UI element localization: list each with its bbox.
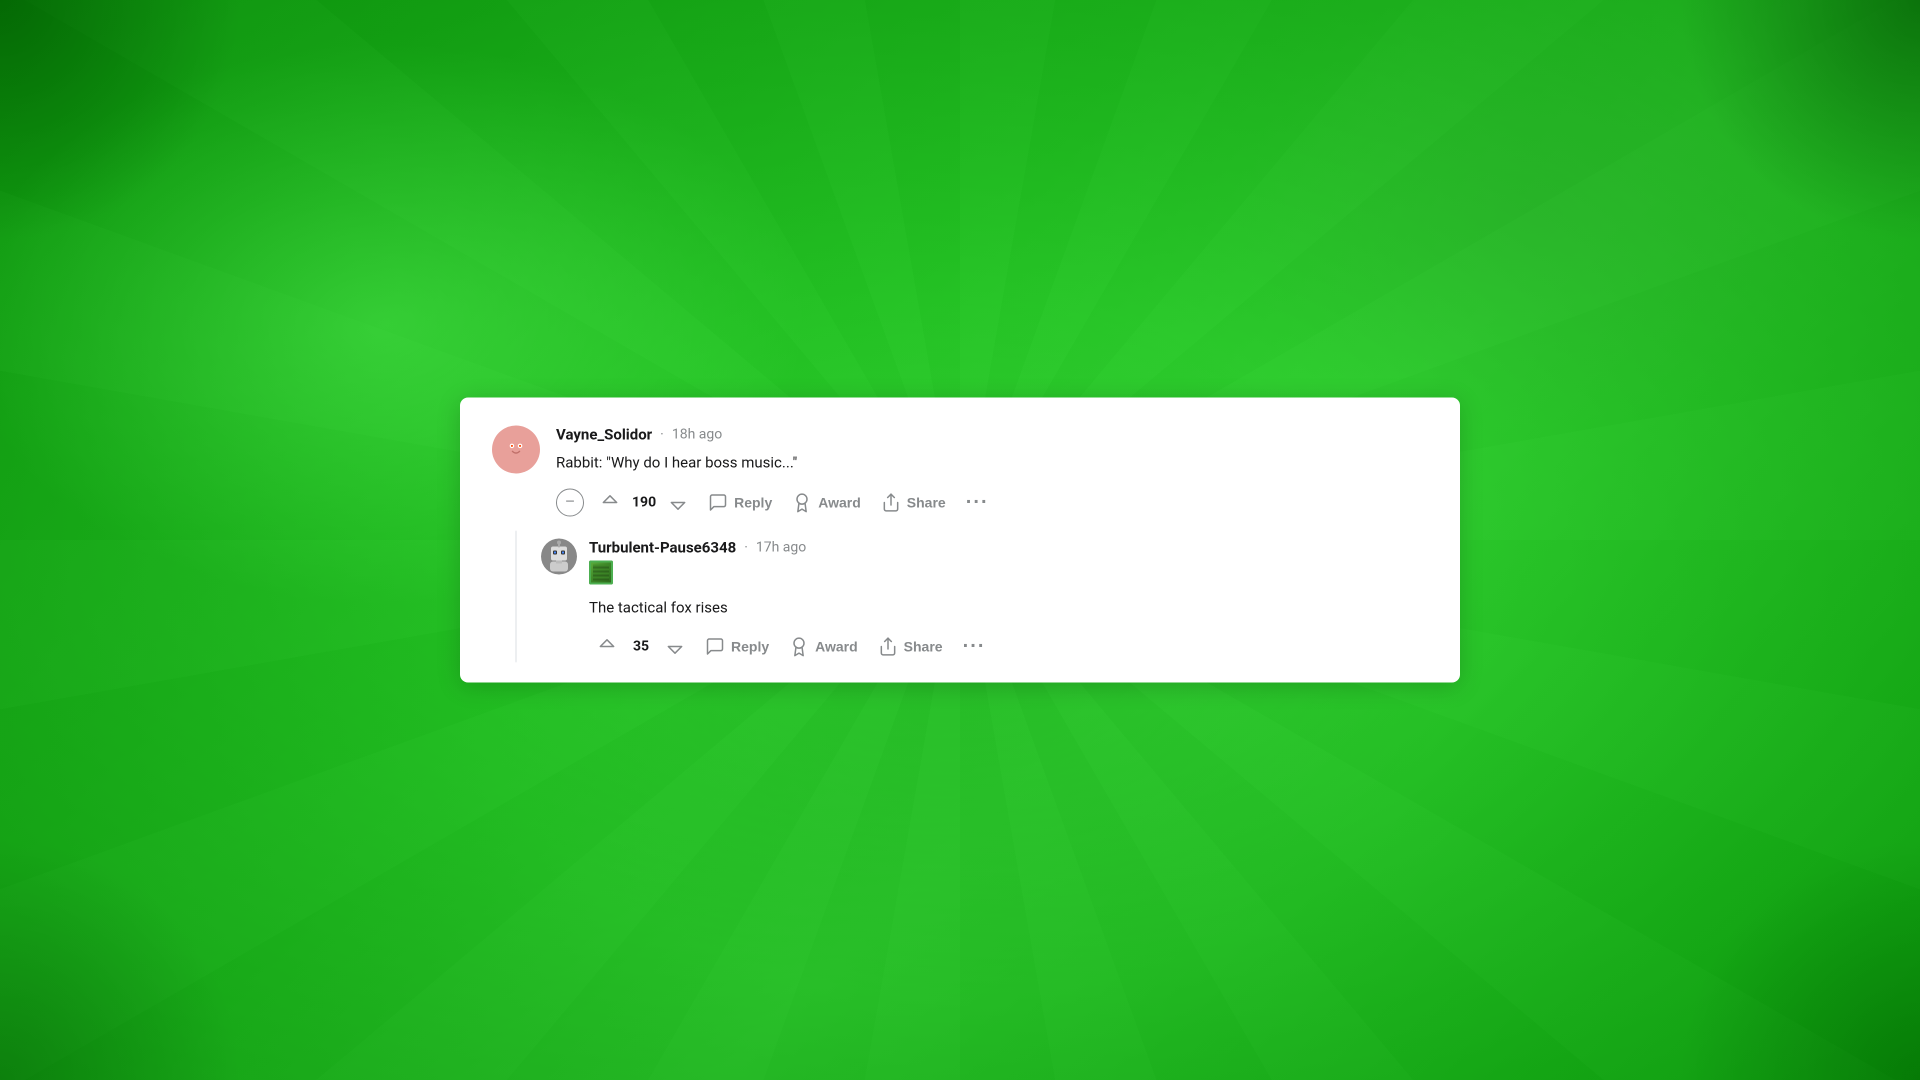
award-icon (792, 492, 812, 512)
reply-icon (708, 492, 728, 512)
reply-award-button[interactable]: Award (781, 631, 866, 663)
avatar-image (498, 432, 534, 468)
award-button[interactable]: Award (784, 486, 869, 518)
more-options-button[interactable]: ··· (958, 486, 997, 518)
comment-card: Vayne_Solidor · 18h ago Rabbit: "Why do … (460, 398, 1460, 683)
downvote-button[interactable] (660, 486, 696, 518)
share-icon (881, 492, 901, 512)
dot-separator: · (660, 427, 664, 443)
minecraft-badge (589, 560, 613, 584)
top-comment-actions: − 190 (556, 486, 1428, 518)
top-vote-count: 190 (632, 494, 656, 510)
reply-timestamp: 17h ago (756, 539, 806, 555)
upvote-button[interactable] (592, 486, 628, 518)
reply-label: Reply (734, 494, 772, 510)
reply-avatar (541, 538, 577, 574)
top-comment-timestamp: 18h ago (672, 427, 722, 443)
top-comment-body: Vayne_Solidor · 18h ago Rabbit: "Why do … (556, 426, 1428, 519)
reply-actions: 35 Reply (589, 631, 1428, 663)
reply-text: The tactical fox rises (589, 596, 1428, 619)
reply-body: Turbulent-Pause6348 · 17h ago (589, 538, 1428, 663)
reply-award-label: Award (815, 639, 858, 655)
top-comment: Vayne_Solidor · 18h ago Rabbit: "Why do … (492, 426, 1428, 519)
reply-section: Turbulent-Pause6348 · 17h ago (517, 530, 1428, 663)
reply-downvote-icon (665, 637, 685, 657)
reply-reply-icon (705, 637, 725, 657)
reply-share-label: Share (904, 639, 943, 655)
collapse-button[interactable]: − (556, 488, 584, 516)
award-label: Award (818, 494, 861, 510)
thread-container: Turbulent-Pause6348 · 17h ago (492, 530, 1428, 663)
reply-share-icon (878, 637, 898, 657)
downvote-icon (668, 492, 688, 512)
share-button[interactable]: Share (873, 486, 954, 518)
reply-meta: Turbulent-Pause6348 · 17h ago (589, 538, 1428, 556)
top-comment-meta: Vayne_Solidor · 18h ago (556, 426, 1428, 444)
reply-reply-label: Reply (731, 639, 769, 655)
top-comment-text: Rabbit: "Why do I hear boss music..." (556, 452, 1428, 475)
upvote-icon (600, 492, 620, 512)
reply-reply-button[interactable]: Reply (697, 631, 777, 663)
reply-more-options-button[interactable]: ··· (955, 631, 994, 663)
reply-upvote-icon (597, 637, 617, 657)
reply-vote-count: 35 (629, 639, 653, 655)
reply-comment: Turbulent-Pause6348 · 17h ago (541, 538, 1428, 663)
share-label: Share (907, 494, 946, 510)
minecraft-badge-container (589, 560, 1428, 596)
reply-downvote-button[interactable] (657, 631, 693, 663)
minecraft-icon (589, 560, 613, 584)
reply-dot: · (744, 539, 748, 555)
reply-upvote-button[interactable] (589, 631, 625, 663)
reply-button[interactable]: Reply (700, 486, 780, 518)
top-comment-username: Vayne_Solidor (556, 426, 652, 444)
reply-share-button[interactable]: Share (870, 631, 951, 663)
reply-award-icon (789, 637, 809, 657)
avatar (492, 426, 540, 474)
reply-username: Turbulent-Pause6348 (589, 538, 736, 556)
reply-avatar-image (541, 538, 577, 574)
